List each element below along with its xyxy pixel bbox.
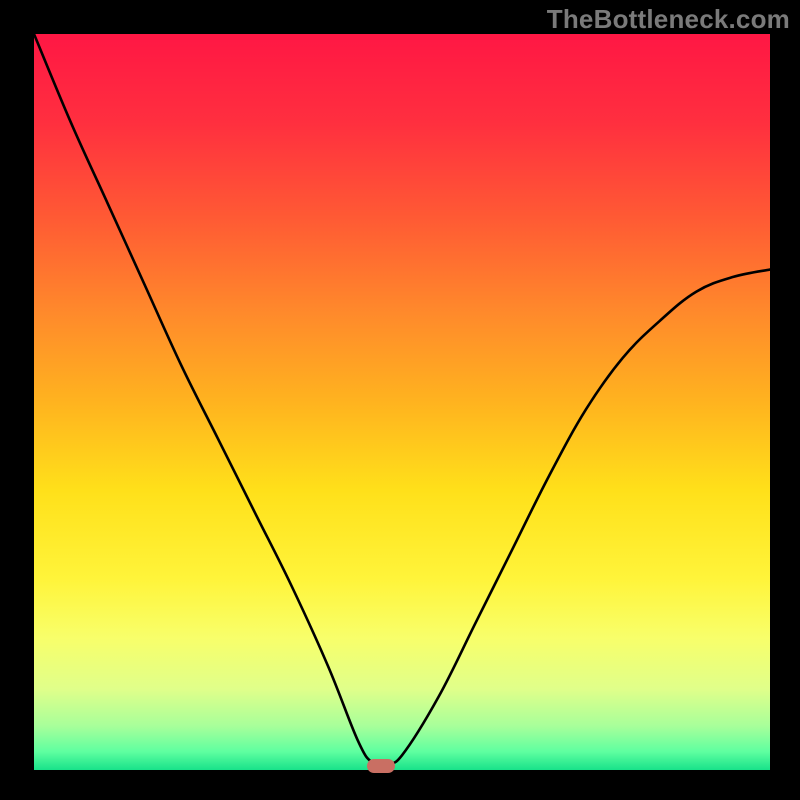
chart-stage: TheBottleneck.com [0,0,800,800]
chart-gradient-bg [34,34,770,770]
watermark-text: TheBottleneck.com [547,4,790,35]
bottleneck-chart [0,0,800,800]
